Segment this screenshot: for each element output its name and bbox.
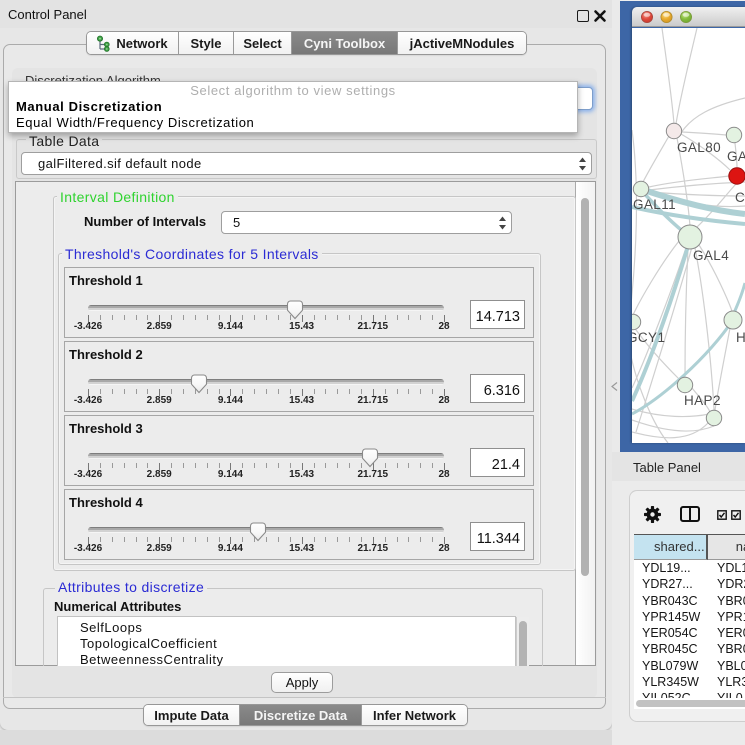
svg-text:GAL80: GAL80 — [677, 140, 721, 155]
svg-text:GA: GA — [727, 149, 745, 164]
svg-text:H: H — [736, 330, 745, 345]
svg-text:GAL4: GAL4 — [693, 248, 729, 263]
svg-text:HAP2: HAP2 — [684, 393, 721, 408]
svg-text:GAL11: GAL11 — [633, 197, 676, 212]
svg-text:GCY1: GCY1 — [632, 330, 665, 345]
svg-text:C: C — [735, 190, 745, 205]
